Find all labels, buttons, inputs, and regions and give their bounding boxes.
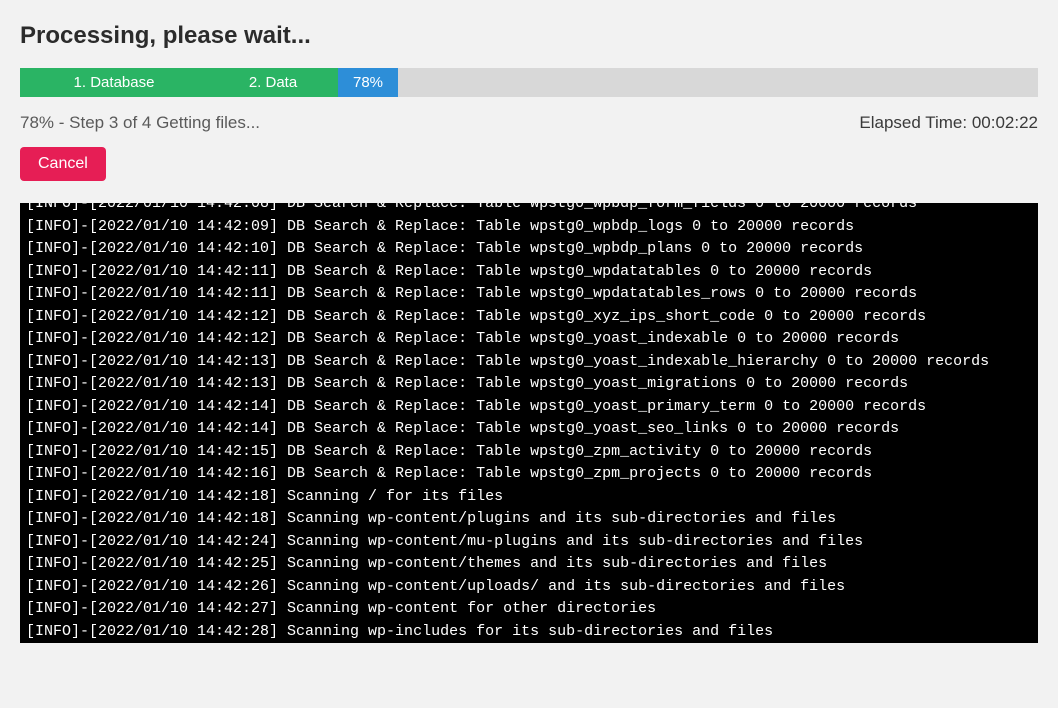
progress-segment-percent: 78% xyxy=(338,68,398,97)
status-step-text: 78% - Step 3 of 4 Getting files... xyxy=(20,113,260,133)
progress-segment-database: 1. Database xyxy=(20,68,208,97)
log-console[interactable]: [INFO]-[2022/01/10 14:42:08] DB Search &… xyxy=(20,203,1038,643)
log-console-wrap: [INFO]-[2022/01/10 14:42:08] DB Search &… xyxy=(20,203,1038,643)
progress-segment-data: 2. Data xyxy=(208,68,338,97)
page-title: Processing, please wait... xyxy=(20,22,1038,50)
processing-panel: Processing, please wait... 1. Database 2… xyxy=(0,0,1058,663)
status-elapsed-time: Elapsed Time: 00:02:22 xyxy=(859,113,1038,133)
status-row: 78% - Step 3 of 4 Getting files... Elaps… xyxy=(20,113,1038,133)
progress-bar: 1. Database 2. Data 78% xyxy=(20,68,1038,97)
cancel-button[interactable]: Cancel xyxy=(20,147,106,181)
